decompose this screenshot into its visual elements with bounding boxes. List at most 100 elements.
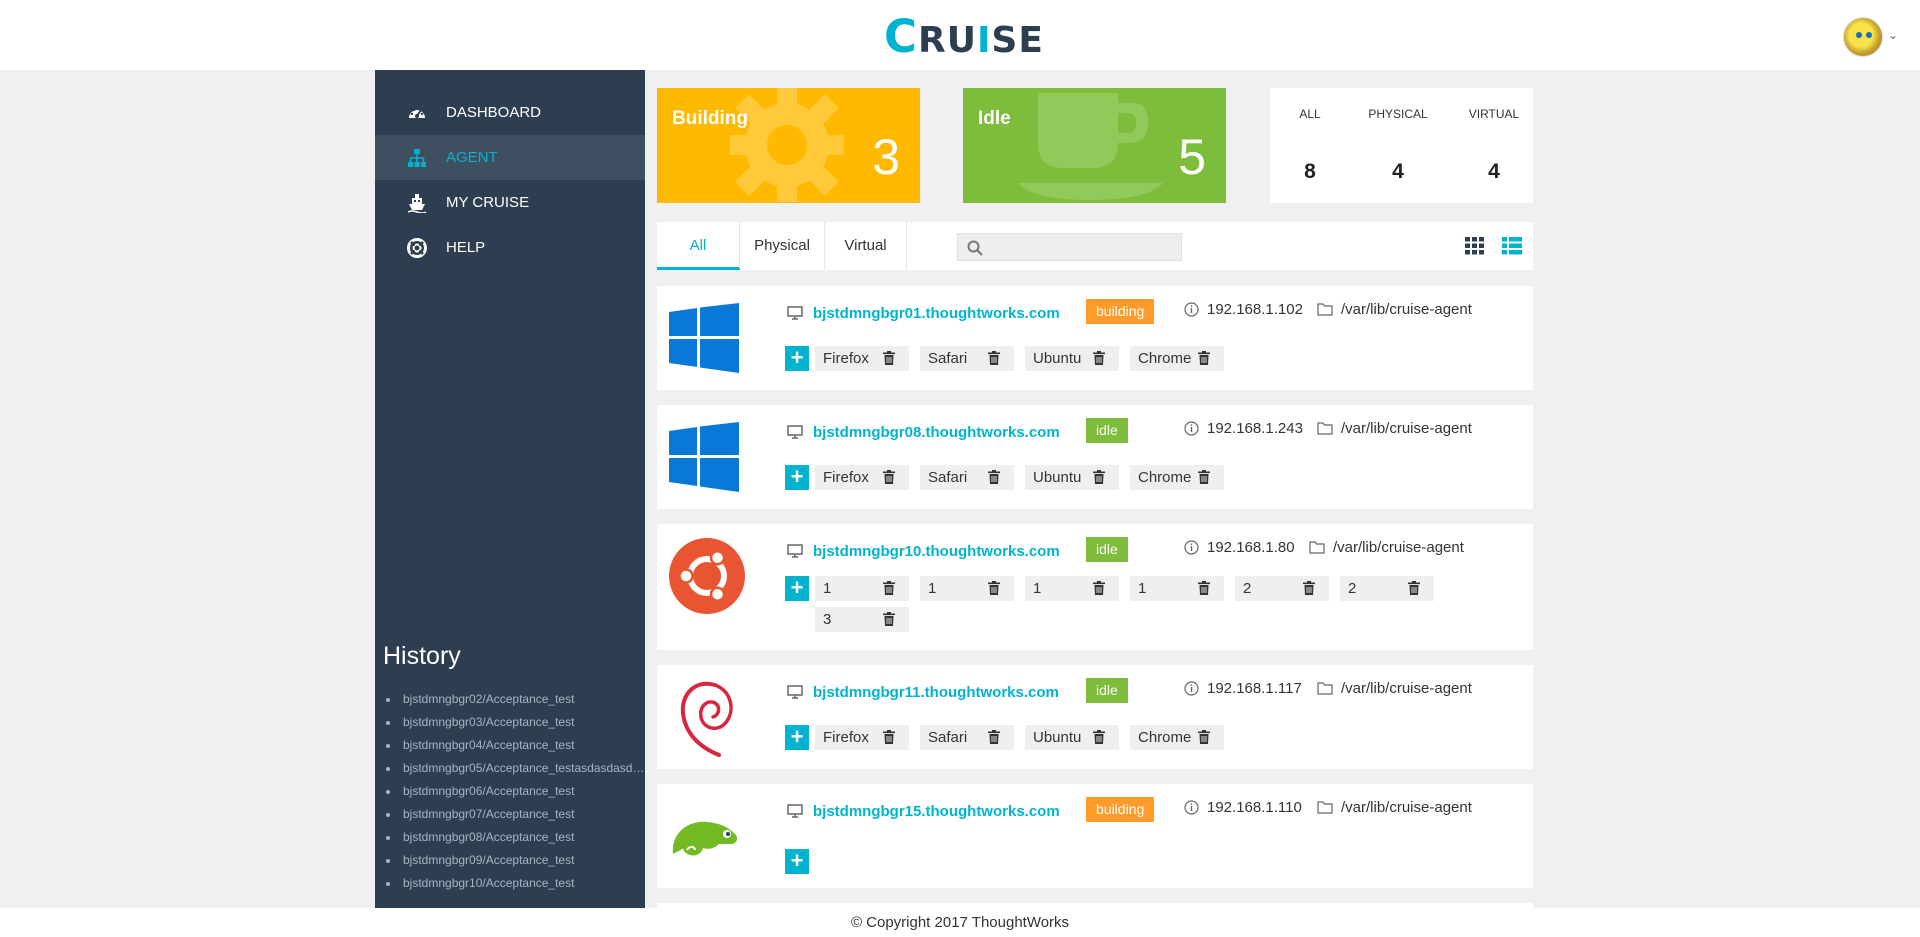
- trash-icon[interactable]: [883, 351, 895, 365]
- resource-chip: 2: [1235, 576, 1329, 601]
- agent-path: /var/lib/cruise-agent: [1317, 420, 1472, 437]
- trash-icon[interactable]: [883, 581, 895, 595]
- summary-physical-value: 4: [1392, 160, 1404, 183]
- agent-host: bjstdmngbgr15.thoughtworks.com: [787, 800, 1060, 822]
- search-input[interactable]: [992, 237, 1172, 257]
- resource-label: Ubuntu: [1033, 729, 1082, 746]
- resource-chip: 1: [1025, 576, 1119, 601]
- trash-icon[interactable]: [988, 351, 1000, 365]
- resource-chip: 1: [1130, 576, 1224, 601]
- sidebar-item-dashboard[interactable]: DASHBOARD: [375, 90, 645, 135]
- trash-icon[interactable]: [988, 470, 1000, 484]
- trash-icon[interactable]: [1198, 730, 1210, 744]
- history-item[interactable]: bjstdmngbgr10/Acceptance_test: [383, 872, 645, 895]
- monitor-icon: [787, 306, 803, 320]
- monitor-icon: [787, 425, 803, 439]
- list-view-icon[interactable]: [1502, 237, 1522, 255]
- trash-icon[interactable]: [1093, 470, 1105, 484]
- history-item[interactable]: bjstdmngbgr05/Acceptance_testasdasdasdas…: [383, 757, 645, 780]
- history-item[interactable]: bjstdmngbgr04/Acceptance_test: [383, 734, 645, 757]
- user-avatar[interactable]: [1843, 17, 1883, 57]
- history-title: History: [383, 642, 461, 670]
- trash-icon[interactable]: [1303, 581, 1315, 595]
- idle-card[interactable]: Idle 5: [963, 88, 1226, 203]
- trash-icon[interactable]: [1198, 470, 1210, 484]
- agent-hostname[interactable]: bjstdmngbgr15.thoughtworks.com: [813, 803, 1060, 820]
- add-resource-button[interactable]: +: [785, 465, 809, 490]
- ubuntu-icon: [669, 538, 745, 614]
- add-resource-button[interactable]: +: [785, 849, 809, 874]
- history-item[interactable]: bjstdmngbgr06/Acceptance_test: [383, 780, 645, 803]
- agent-ip-value: 192.168.1.80: [1207, 539, 1295, 556]
- search-box[interactable]: [957, 233, 1182, 261]
- trash-icon[interactable]: [988, 581, 1000, 595]
- sidebar-item-help[interactable]: HELP: [375, 225, 645, 270]
- tab-virtual[interactable]: Virtual: [825, 222, 907, 270]
- agent-summary: ALL 8 PHYSICAL 4 VIRTUAL 4: [1270, 88, 1533, 203]
- agent-hostname[interactable]: bjstdmngbgr01.thoughtworks.com: [813, 305, 1060, 322]
- coffee-cup-icon: [1018, 93, 1163, 200]
- trash-icon[interactable]: [1093, 730, 1105, 744]
- sidebar: DASHBOARD AGENT MY CRUISE HELP History b…: [375, 70, 645, 908]
- history-item[interactable]: bjstdmngbgr03/Acceptance_test: [383, 711, 645, 734]
- cruise-logo[interactable]: CRUISE: [884, 12, 1044, 66]
- add-resource-button[interactable]: +: [785, 576, 809, 601]
- chevron-down-icon[interactable]: ⌄: [1888, 28, 1898, 42]
- status-badge: idle: [1086, 678, 1128, 703]
- add-resource-button[interactable]: +: [785, 725, 809, 750]
- trash-icon[interactable]: [1093, 351, 1105, 365]
- lifebuoy-icon: [407, 238, 427, 258]
- resource-label: Firefox: [823, 729, 869, 746]
- resource-chip: 3: [815, 607, 909, 632]
- building-card[interactable]: Building 3: [657, 88, 920, 203]
- agent-host: bjstdmngbgr10.thoughtworks.com: [787, 540, 1060, 562]
- ship-icon: [407, 194, 427, 213]
- add-resource-button[interactable]: +: [785, 346, 809, 371]
- agent-path: /var/lib/cruise-agent: [1317, 301, 1472, 318]
- history-item[interactable]: bjstdmngbgr07/Acceptance_test: [383, 803, 645, 826]
- resource-chip: Chrome: [1130, 725, 1224, 750]
- folder-icon: [1317, 682, 1333, 695]
- trash-icon[interactable]: [883, 470, 895, 484]
- agent-row: bjstdmngbgr15.thoughtworks.com building …: [657, 784, 1533, 888]
- tab-all[interactable]: All: [657, 222, 740, 270]
- summary-virtual-label: VIRTUAL: [1468, 107, 1520, 121]
- trash-icon[interactable]: [988, 730, 1000, 744]
- trash-icon[interactable]: [1408, 581, 1420, 595]
- agent-hostname[interactable]: bjstdmngbgr11.thoughtworks.com: [813, 684, 1059, 701]
- dashboard-icon: [409, 108, 425, 118]
- history-item[interactable]: bjstdmngbgr08/Acceptance_test: [383, 826, 645, 849]
- history-item[interactable]: bjstdmngbgr09/Acceptance_test: [383, 849, 645, 872]
- opensuse-icon: [672, 821, 738, 856]
- resource-chip: Chrome: [1130, 465, 1224, 490]
- folder-icon: [1309, 541, 1325, 554]
- resource-label: Firefox: [823, 350, 869, 367]
- resource-chip: Ubuntu: [1025, 465, 1119, 490]
- monitor-icon: [787, 804, 803, 818]
- folder-icon: [1317, 303, 1333, 316]
- status-badge: idle: [1086, 537, 1128, 562]
- agent-hostname[interactable]: bjstdmngbgr10.thoughtworks.com: [813, 543, 1060, 560]
- grid-view-icon[interactable]: [1465, 237, 1485, 255]
- trash-icon[interactable]: [1198, 581, 1210, 595]
- trash-icon[interactable]: [1093, 581, 1105, 595]
- summary-all-value: 8: [1304, 160, 1316, 183]
- history-item[interactable]: bjstdmngbgr02/Acceptance_test: [383, 688, 645, 711]
- trash-icon[interactable]: [883, 730, 895, 744]
- monitor-icon: [787, 685, 803, 699]
- agent-hostname[interactable]: bjstdmngbgr08.thoughtworks.com: [813, 424, 1060, 441]
- agent-ip: 192.168.1.80: [1184, 539, 1295, 556]
- summary-physical-label: PHYSICAL: [1368, 107, 1428, 121]
- top-header: CRUISE ⌄: [0, 0, 1920, 70]
- sidebar-item-my-cruise[interactable]: MY CRUISE: [375, 180, 645, 225]
- tab-physical[interactable]: Physical: [740, 222, 825, 270]
- agent-row: bjstdmngbgr11.thoughtworks.com idle 192.…: [657, 665, 1533, 769]
- trash-icon[interactable]: [1198, 351, 1210, 365]
- resource-chip: Safari: [920, 465, 1014, 490]
- resource-label: 1: [1033, 580, 1042, 597]
- trash-icon[interactable]: [883, 612, 895, 626]
- resource-label: Firefox: [823, 469, 869, 486]
- windows-icon: [669, 422, 739, 492]
- sidebar-item-agent[interactable]: AGENT: [375, 135, 645, 180]
- resource-chip: 1: [920, 576, 1014, 601]
